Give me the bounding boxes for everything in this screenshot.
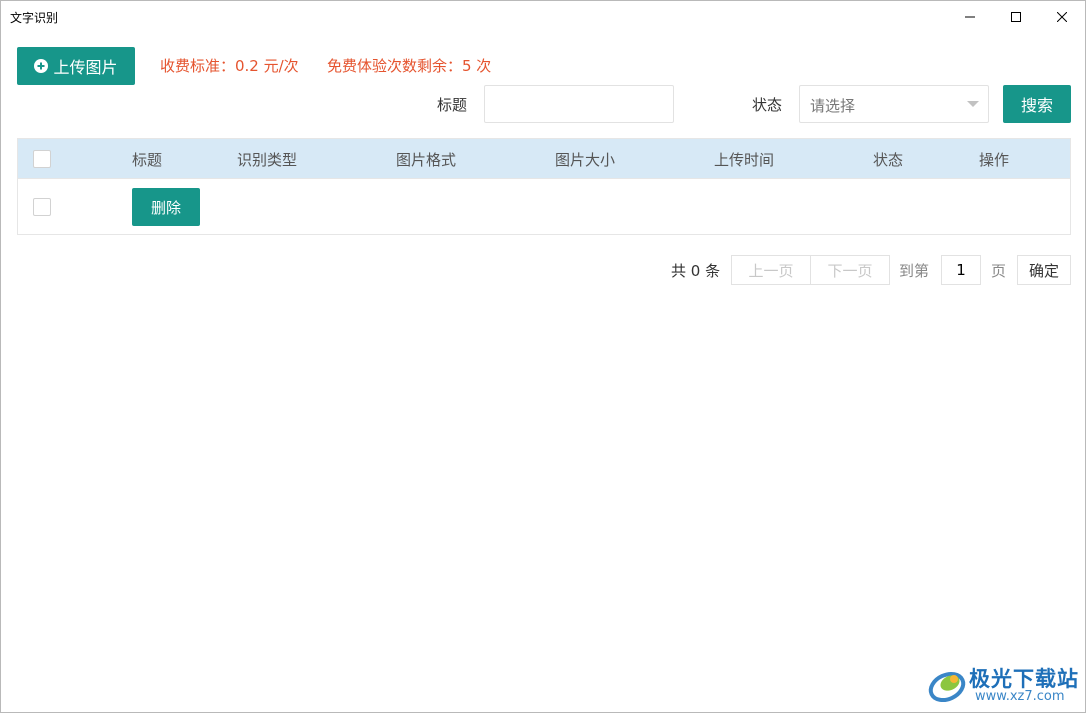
close-icon [1057,11,1067,22]
column-header-recognition-type: 识别类型 [237,151,298,169]
maximize-icon [1011,11,1021,22]
page-suffix-label: 页 [991,262,1007,280]
delete-button[interactable]: 删除 [132,188,200,226]
goto-confirm-label: 确定 [1028,261,1059,280]
select-all-checkbox[interactable] [33,150,51,168]
table-header: 标题 识别类型 图片格式 图片大小 上传时间 状态 操作 [18,139,1070,178]
title-filter-input[interactable] [484,85,674,123]
window-title: 文字识别 [10,11,59,25]
page-number-input[interactable] [941,255,981,285]
next-page-button[interactable]: 下一页 [810,255,890,285]
site-logo-icon [928,671,966,703]
caret-down-icon [967,101,979,107]
plus-circle-icon [34,59,49,73]
status-filter-label: 状态 [752,96,783,114]
watermark-url: www.xz7.com [975,689,1065,704]
row-checkbox[interactable] [33,198,51,216]
column-header-image-format: 图片格式 [396,151,457,169]
app-window: 文字识别 上传图片 收费标准：0.2 元/次 免费体验次数剩余：5 次 标题 状… [0,0,1086,713]
delete-button-label: 删除 [150,198,181,217]
upload-image-button[interactable]: 上传图片 [17,47,135,85]
prev-page-label: 上一页 [748,261,794,280]
status-filter-select[interactable]: 请选择 [799,85,989,123]
status-select-placeholder: 请选择 [810,97,856,115]
fee-rate-text: 收费标准：0.2 元/次 [160,57,299,75]
prev-page-button[interactable]: 上一页 [731,255,811,285]
records-table: 标题 识别类型 图片格式 图片大小 上传时间 状态 操作 删除 [17,138,1071,235]
free-trials-text: 免费体验次数剩余：5 次 [327,57,492,75]
table-row: 删除 [18,178,1070,234]
maximize-button[interactable] [993,1,1039,32]
search-button-label: 搜索 [1020,96,1053,115]
goto-confirm-button[interactable]: 确定 [1017,255,1071,285]
close-button[interactable] [1039,1,1085,32]
title-bar: 文字识别 [1,1,1085,32]
upload-image-label: 上传图片 [53,58,118,77]
watermark: 极光下载站 www.xz7.com [927,661,1079,711]
column-header-image-size: 图片大小 [555,151,616,169]
column-header-status: 状态 [873,151,904,169]
column-header-title: 标题 [132,151,163,169]
column-header-actions: 操作 [979,151,1010,169]
minimize-icon [965,16,975,17]
search-button[interactable]: 搜索 [1003,85,1071,123]
next-page-label: 下一页 [827,261,873,280]
minimize-button[interactable] [947,1,993,32]
column-header-upload-time: 上传时间 [714,151,775,169]
title-filter-label: 标题 [437,96,468,114]
pagination-total: 共 0 条 [671,262,721,280]
goto-page-label: 到第 [899,262,930,280]
